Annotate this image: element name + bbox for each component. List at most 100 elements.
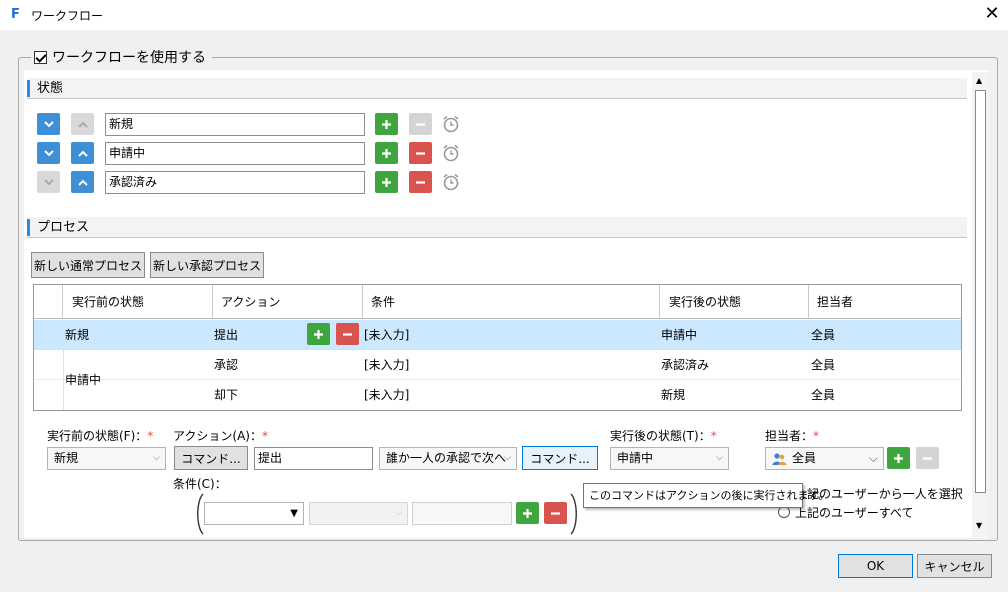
chevron-up-icon xyxy=(77,179,88,186)
after-state-cell: 新規 xyxy=(661,388,686,402)
plus-icon xyxy=(314,329,323,339)
plus-icon xyxy=(382,148,391,158)
remove-state-button[interactable] xyxy=(409,142,432,164)
window-title: ワークフロー xyxy=(31,9,104,23)
header-blank xyxy=(34,285,63,319)
condition-operator-select: ⌵ xyxy=(309,502,408,525)
chevron-down-icon: ⌵ xyxy=(395,508,402,518)
state-name-input[interactable]: 新規 xyxy=(105,113,365,136)
post-command-button[interactable]: コマンド... xyxy=(522,446,598,470)
move-up-button xyxy=(71,113,94,135)
states-heading: 状態 xyxy=(27,78,967,99)
chevron-down-icon: ⌵ xyxy=(504,453,511,463)
before-state-select[interactable]: 新規 ⌵ xyxy=(47,447,166,470)
scrollbar-thumb[interactable] xyxy=(975,90,986,493)
action-label: アクション(A)：* xyxy=(173,429,268,443)
assignee-select[interactable]: 全員 ⌵ xyxy=(765,447,884,470)
caret-down-icon: ▼ xyxy=(290,508,298,519)
condition-cell: [未入力] xyxy=(364,388,410,402)
use-workflow-checkbox[interactable] xyxy=(34,50,47,64)
scroll-up-icon[interactable]: ▲ xyxy=(976,76,982,85)
minus-icon xyxy=(923,456,932,460)
remove-assignee-button xyxy=(916,447,939,469)
command-button[interactable]: コマンド... xyxy=(174,446,248,470)
remove-state-button[interactable] xyxy=(409,171,432,193)
after-state-label: 実行後の状態(T)：* xyxy=(610,429,717,443)
approval-mode-select[interactable]: 誰か一人の承認で次へ ⌵ xyxy=(379,447,517,470)
before-state-cell: 申請中 xyxy=(65,373,102,387)
column-header[interactable]: アクション xyxy=(213,285,363,319)
move-up-button[interactable] xyxy=(71,171,94,193)
chevron-down-icon xyxy=(43,149,54,156)
column-header[interactable]: 実行後の状態 xyxy=(660,285,809,319)
table-row[interactable]: 新規 提出 [未入力] 申請中 全員 xyxy=(34,320,961,350)
after-state-cell: 承認済み xyxy=(661,358,710,372)
after-state-cell: 申請中 xyxy=(661,328,698,342)
after-state-select[interactable]: 申請中 ⌵ xyxy=(610,447,729,470)
before-state-cell: 新規 xyxy=(65,328,90,342)
table-row[interactable]: 却下 [未入力] 新規 全員 xyxy=(34,380,961,410)
command-tooltip: このコマンドはアクションの後に実行されます。 xyxy=(583,483,829,508)
chevron-down-icon: ⌵ xyxy=(716,453,723,463)
action-cell: 却下 xyxy=(214,388,239,402)
scroll-down-icon[interactable]: ▼ xyxy=(976,521,982,530)
plus-icon xyxy=(382,119,391,129)
plus-icon xyxy=(523,508,532,518)
alarm-clock-icon[interactable] xyxy=(441,143,461,163)
minus-icon xyxy=(416,180,425,184)
use-workflow-toggle[interactable]: ワークフローを使用する xyxy=(31,46,212,68)
new-approval-process-button[interactable]: 新しい承認プロセス xyxy=(150,252,264,278)
minus-icon xyxy=(416,151,425,155)
condition-field-select[interactable]: ▼ xyxy=(204,502,304,525)
table-header: 実行前の状態 アクション 条件 実行後の状態 担当者 xyxy=(34,285,961,319)
minus-icon xyxy=(416,122,425,126)
chevron-down-icon: ⌵ xyxy=(868,451,878,465)
chevron-down-icon xyxy=(43,178,54,185)
assignee-cell: 全員 xyxy=(811,358,836,372)
cancel-button[interactable]: キャンセル xyxy=(917,554,992,578)
condition-cell: [未入力] xyxy=(364,358,410,372)
app-logo-icon: F xyxy=(11,7,20,22)
plus-icon xyxy=(382,177,391,187)
alarm-clock-icon[interactable] xyxy=(441,172,461,192)
column-header[interactable]: 実行前の状態 xyxy=(63,285,213,319)
minus-icon xyxy=(343,332,352,336)
table-row[interactable]: 承認 [未入力] 承認済み 全員 xyxy=(34,350,961,380)
ok-button[interactable]: OK xyxy=(838,554,913,578)
chevron-down-icon xyxy=(43,120,54,127)
process-heading-text: プロセス xyxy=(37,220,90,235)
move-up-button[interactable] xyxy=(71,142,94,164)
add-state-button[interactable] xyxy=(375,171,398,193)
column-header[interactable]: 担当者 xyxy=(809,285,961,319)
add-assignee-button[interactable] xyxy=(887,447,910,469)
column-header[interactable]: 条件 xyxy=(363,285,660,319)
plus-icon xyxy=(894,453,903,463)
close-icon[interactable]: ✕ xyxy=(982,3,1002,25)
add-action-button[interactable] xyxy=(307,323,330,345)
remove-action-button[interactable] xyxy=(336,323,359,345)
action-name-input[interactable]: 提出 xyxy=(254,447,373,470)
chevron-up-icon xyxy=(77,121,88,128)
state-name-input[interactable]: 承認済み xyxy=(105,171,365,194)
paren-right xyxy=(570,493,577,535)
before-state-label: 実行前の状態(F)：* xyxy=(47,429,154,443)
add-condition-button[interactable] xyxy=(516,502,539,524)
title-bar: F ワークフロー ✕ xyxy=(0,0,1008,30)
condition-value-input xyxy=(412,502,512,525)
new-normal-process-button[interactable]: 新しい通常プロセス xyxy=(31,252,145,278)
use-workflow-label: ワークフローを使用する xyxy=(52,50,206,66)
add-state-button[interactable] xyxy=(375,113,398,135)
condition-label: 条件(C)： xyxy=(173,477,227,491)
process-table: 実行前の状態 アクション 条件 実行後の状態 担当者 新規 提出 [未入力] 申… xyxy=(33,284,962,411)
alarm-clock-icon[interactable] xyxy=(441,114,461,134)
chevron-down-icon: ⌵ xyxy=(153,453,160,463)
assignee-cell: 全員 xyxy=(811,328,836,342)
move-down-button[interactable] xyxy=(37,142,60,164)
move-down-button[interactable] xyxy=(37,113,60,135)
row-divider xyxy=(63,350,64,410)
states-heading-text: 状態 xyxy=(37,81,64,96)
vertical-scrollbar[interactable]: ▲ ▼ xyxy=(972,72,989,537)
state-name-input[interactable]: 申請中 xyxy=(105,142,365,165)
remove-condition-button[interactable] xyxy=(544,502,567,524)
add-state-button[interactable] xyxy=(375,142,398,164)
